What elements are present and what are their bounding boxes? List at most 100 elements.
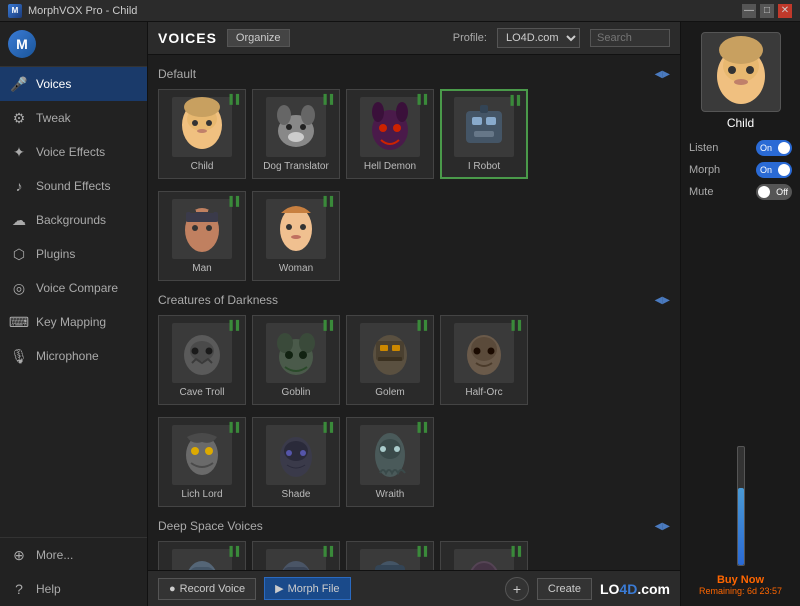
close-button[interactable]: ✕ <box>778 4 792 18</box>
voice-avatar <box>266 323 326 383</box>
voice-card-i-robot[interactable]: ▐▐ I Robot <box>440 89 528 179</box>
mute-toggle[interactable]: Off <box>756 184 792 200</box>
section-nav-arrows: ◀▶ <box>655 69 670 80</box>
voice-avatar <box>172 97 232 157</box>
volume-bar[interactable] <box>737 446 745 566</box>
app-icon: M <box>8 4 22 18</box>
sidebar-item-microphone[interactable]: 🎙 Microphone <box>0 339 147 373</box>
listen-label: Listen <box>689 142 718 154</box>
morph-row: Morph On <box>689 162 792 178</box>
signal-icon: ▐▐ <box>414 546 427 556</box>
voice-card-half-orc[interactable]: ▐▐ Half-Orc <box>440 315 528 405</box>
voice-card-hell-demon[interactable]: ▐▐ Hell Demon <box>346 89 434 179</box>
voice-avatar <box>360 97 420 157</box>
signal-icon: ▐▐ <box>508 546 521 556</box>
voice-avatar <box>266 199 326 259</box>
morph-toggle[interactable]: On <box>756 162 792 178</box>
logo-icon: M <box>8 30 36 58</box>
minimize-button[interactable]: — <box>742 4 756 18</box>
sidebar-item-voices[interactable]: 🎤 Voices <box>0 67 147 101</box>
create-button[interactable]: Create <box>537 578 592 600</box>
organize-button[interactable]: Organize <box>227 29 290 47</box>
signal-icon: ▐▐ <box>414 320 427 330</box>
toggle-on-text: On <box>760 165 772 175</box>
voice-label: Dog Translator <box>263 161 329 172</box>
sidebar-item-sound-effects[interactable]: ♪ Sound Effects <box>0 169 147 203</box>
voice-card-mutant-female[interactable]: ▐▐ Mutant Female <box>440 541 528 570</box>
right-panel: Child Listen On Morph On Mute <box>680 22 800 606</box>
voices-scroll[interactable]: Default ◀▶ ▐▐ <box>148 55 680 570</box>
record-voice-button[interactable]: ● Record Voice <box>158 578 256 600</box>
signal-icon: ▐▐ <box>507 95 520 105</box>
sidebar-item-voice-compare[interactable]: ◎ Voice Compare <box>0 271 147 305</box>
search-input[interactable] <box>590 29 670 47</box>
sidebar-bottom: ⊕ More... ? Help <box>0 537 147 606</box>
maximize-button[interactable]: □ <box>760 4 774 18</box>
profile-label: Profile: <box>453 32 487 44</box>
sidebar-item-label: Voice Effects <box>36 145 105 159</box>
voice-avatar <box>172 425 232 485</box>
profile-select[interactable]: LO4D.com <box>497 28 580 48</box>
voice-avatar <box>360 425 420 485</box>
voice-label: Golem <box>375 387 404 398</box>
more-icon: ⊕ <box>10 546 28 564</box>
toggle-knob <box>778 164 790 176</box>
voices-icon: 🎤 <box>10 75 28 93</box>
sidebar-item-plugins[interactable]: ⬡ Plugins <box>0 237 147 271</box>
voice-avatar <box>360 549 420 571</box>
voice-card-lich-lord[interactable]: ▐▐ Lich Lord <box>158 417 246 507</box>
default-row2-grid: ▐▐ Man <box>158 191 670 281</box>
voice-avatar <box>454 549 514 571</box>
sidebar-item-voice-effects[interactable]: ✦ Voice Effects <box>0 135 147 169</box>
sidebar-item-label: Microphone <box>36 349 99 363</box>
titlebar-title: MorphVOX Pro - Child <box>28 5 137 17</box>
listen-toggle[interactable]: On <box>756 140 792 156</box>
titlebar-controls: — □ ✕ <box>742 4 792 18</box>
voice-avatar <box>360 323 420 383</box>
bottom-bar: ● Record Voice ▶ Morph File + Create LO4… <box>148 570 680 606</box>
morph-file-button[interactable]: ▶ Morph File <box>264 577 350 600</box>
toggle-on-text: On <box>760 143 772 153</box>
sidebar-item-label: Voices <box>36 77 71 91</box>
sidebar-item-label: Plugins <box>36 247 75 261</box>
voice-label: Child <box>191 161 214 172</box>
voice-card-wraith[interactable]: ▐▐ Wraith <box>346 417 434 507</box>
voice-avatar <box>266 425 326 485</box>
voice-card-dog-translator[interactable]: ▐▐ Dog Translator <box>252 89 340 179</box>
panel-title: VOICES <box>158 30 217 46</box>
sidebar-item-backgrounds[interactable]: ☁ Backgrounds <box>0 203 147 237</box>
signal-icon: ▐▐ <box>320 196 333 206</box>
voice-card-golem[interactable]: ▐▐ Golem <box>346 315 434 405</box>
add-button[interactable]: + <box>505 577 529 601</box>
voice-card-man[interactable]: ▐▐ Man <box>158 191 246 281</box>
voice-label: Woman <box>279 263 313 274</box>
voice-card-shade[interactable]: ▐▐ Shade <box>252 417 340 507</box>
sidebar-item-more[interactable]: ⊕ More... <box>0 538 147 572</box>
voice-label: Shade <box>282 489 311 500</box>
buy-now-text[interactable]: Buy Now <box>717 574 764 586</box>
signal-icon: ▐▐ <box>226 94 239 104</box>
key-mapping-icon: ⌨ <box>10 313 28 331</box>
sidebar-item-label: More... <box>36 548 73 562</box>
voice-label: I Robot <box>468 161 500 172</box>
voice-card-cave-troll[interactable]: ▐▐ Cave Troll <box>158 315 246 405</box>
voice-card-goblin[interactable]: ▐▐ Goblin <box>252 315 340 405</box>
voice-card-woman[interactable]: ▐▐ Woman <box>252 191 340 281</box>
voice-card-cyborg-warrior[interactable]: ▐▐ Cyborg Warrior <box>346 541 434 570</box>
record-icon: ● <box>169 583 176 595</box>
voice-card-android-male[interactable]: ▐▐ Android Male <box>252 541 340 570</box>
toggle-knob <box>778 142 790 154</box>
signal-icon: ▐▐ <box>226 320 239 330</box>
sidebar-item-help[interactable]: ? Help <box>0 572 147 606</box>
sidebar: M 🎤 Voices ⚙ Tweak ✦ Voice Effects ♪ Sou… <box>0 22 148 606</box>
sidebar-item-key-mapping[interactable]: ⌨ Key Mapping <box>0 305 147 339</box>
signal-icon: ▐▐ <box>320 320 333 330</box>
content-area: VOICES Organize Profile: LO4D.com Defaul… <box>148 22 800 606</box>
voice-card-child[interactable]: ▐▐ Child <box>158 89 246 179</box>
listen-row: Listen On <box>689 140 792 156</box>
mute-label: Mute <box>689 186 713 198</box>
voice-card-android-female[interactable]: ▐▐ Android Female <box>158 541 246 570</box>
titlebar-left: M MorphVOX Pro - Child <box>8 4 137 18</box>
sidebar-item-tweak[interactable]: ⚙ Tweak <box>0 101 147 135</box>
morph-label: Morph <box>689 164 720 176</box>
